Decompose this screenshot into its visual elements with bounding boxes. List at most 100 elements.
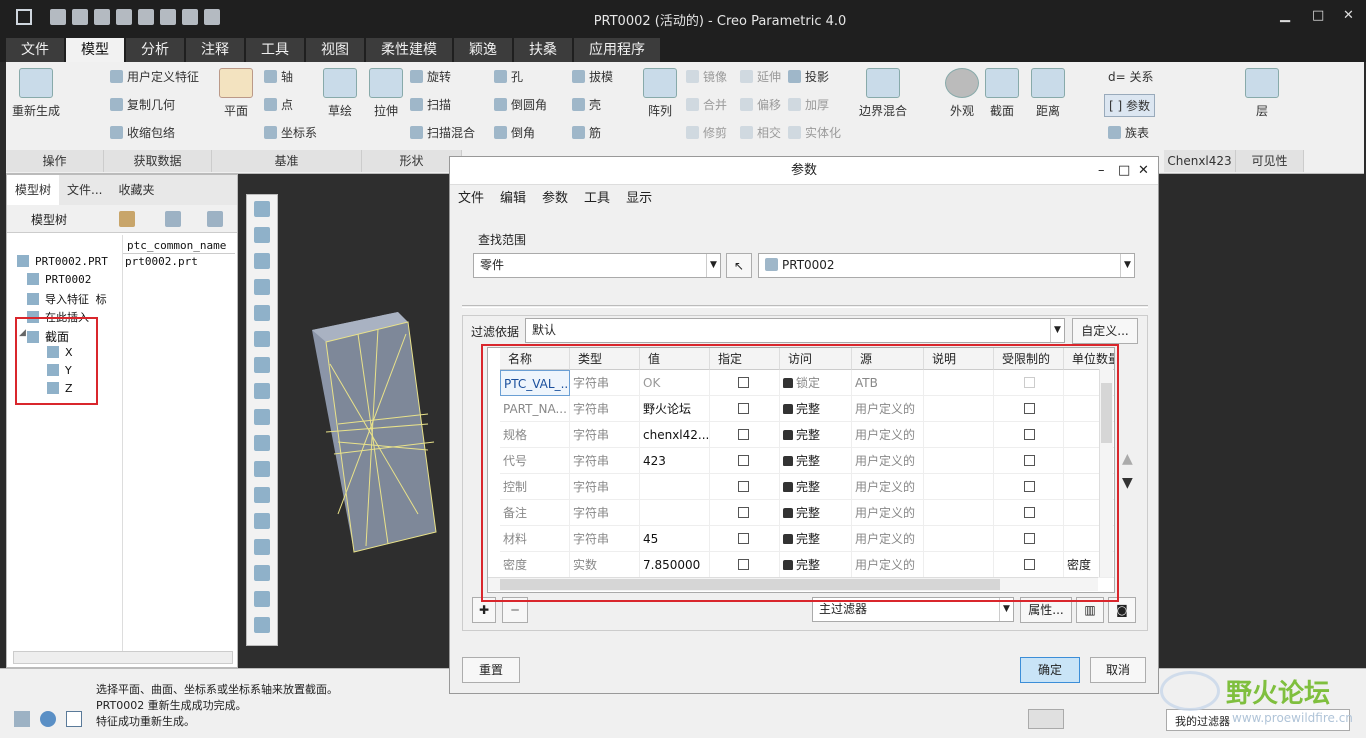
- family-table-button[interactable]: 族表: [1108, 124, 1149, 141]
- tab-model-tree[interactable]: 模型树: [7, 175, 60, 205]
- rib-button[interactable]: 筋: [572, 124, 601, 141]
- quick-access-toolbar[interactable]: [50, 9, 220, 25]
- dialog-menu-item[interactable]: 参数: [542, 185, 568, 213]
- tab-files[interactable]: 文件...: [59, 175, 110, 205]
- dialog-menu-item[interactable]: 显示: [626, 185, 652, 213]
- move-down-icon[interactable]: ▼: [1122, 475, 1133, 491]
- group-chenxl[interactable]: Chenxl423: [1164, 150, 1236, 172]
- zoom-in-icon[interactable]: [254, 227, 270, 243]
- extrude-button[interactable]: 拉伸: [366, 68, 406, 119]
- section-button[interactable]: 截面: [982, 68, 1022, 119]
- move-up-icon[interactable]: ▲: [1122, 451, 1133, 467]
- plane-button[interactable]: 平面: [216, 68, 256, 119]
- tag-display-icon[interactable]: [254, 539, 270, 555]
- ribbon-tab[interactable]: 颖逸: [454, 38, 512, 62]
- zoom-out-icon[interactable]: [254, 253, 270, 269]
- solidify-button[interactable]: 实体化: [788, 124, 841, 141]
- windows-icon[interactable]: [182, 9, 198, 25]
- spin-center-icon[interactable]: [254, 591, 270, 607]
- tree-csys[interactable]: PRT0002: [27, 273, 91, 286]
- cancel-button[interactable]: 取消: [1090, 657, 1146, 683]
- group-shapes[interactable]: 形状: [362, 150, 462, 172]
- tree-import-feature[interactable]: 导入特征 标: [27, 291, 107, 307]
- point-button[interactable]: 点: [264, 96, 293, 113]
- find-icon[interactable]: [1028, 709, 1064, 729]
- tree-filter-icon[interactable]: [165, 211, 181, 227]
- csys-display-icon[interactable]: [254, 487, 270, 503]
- thicken-button[interactable]: 加厚: [788, 96, 829, 113]
- round-button[interactable]: 倒圆角: [494, 96, 547, 113]
- display-style-icon[interactable]: [254, 305, 270, 321]
- offset-button[interactable]: 偏移: [740, 96, 781, 113]
- axis-display-icon[interactable]: [254, 435, 270, 451]
- ribbon-tab[interactable]: 注释: [186, 38, 244, 62]
- group-get-data[interactable]: 获取数据: [104, 150, 212, 172]
- parameters-button[interactable]: [ ] 参数: [1104, 94, 1156, 117]
- intersect-button[interactable]: 相交: [740, 124, 781, 141]
- ribbon-tab[interactable]: 分析: [126, 38, 184, 62]
- shell-button[interactable]: 壳: [572, 96, 601, 113]
- group-datum[interactable]: 基准: [212, 150, 362, 172]
- dialog-close-button[interactable]: ✕: [1138, 157, 1149, 185]
- ribbon-tab[interactable]: 应用程序: [574, 38, 660, 62]
- sweep-button[interactable]: 扫描: [410, 96, 451, 113]
- dialog-menu-item[interactable]: 编辑: [500, 185, 526, 213]
- customize-button[interactable]: 自定义...: [1072, 318, 1138, 344]
- maximize-button[interactable]: □: [1312, 8, 1324, 23]
- orient-icon[interactable]: [254, 617, 270, 633]
- group-visibility[interactable]: 可见性: [1236, 150, 1304, 172]
- saved-views-icon[interactable]: [254, 331, 270, 347]
- tree-hscroll[interactable]: [13, 651, 233, 664]
- extend-button[interactable]: 延伸: [740, 68, 781, 85]
- select-pointer-button[interactable]: ↖: [726, 253, 752, 278]
- scope-type-select[interactable]: 零件 ▼: [473, 253, 721, 278]
- boundary-blend-button[interactable]: 边界混合: [856, 68, 910, 119]
- distance-button[interactable]: 距离: [1028, 68, 1068, 119]
- chamfer-button[interactable]: 倒角: [494, 124, 535, 141]
- sweep-blend-button[interactable]: 扫描混合: [410, 124, 475, 141]
- point-display-icon[interactable]: [254, 461, 270, 477]
- ribbon-tab[interactable]: 工具: [246, 38, 304, 62]
- repaint-icon[interactable]: [254, 279, 270, 295]
- ribbon-tab[interactable]: 视图: [306, 38, 364, 62]
- filter-select[interactable]: 默认 ▼: [525, 318, 1065, 343]
- axis-button[interactable]: 轴: [264, 68, 293, 85]
- regenerate-button[interactable]: 重新生成: [10, 68, 62, 119]
- ribbon-tab[interactable]: 模型: [66, 38, 124, 62]
- copy-geom-button[interactable]: 复制几何: [110, 96, 175, 113]
- dialog-maximize-button[interactable]: □: [1118, 157, 1130, 185]
- minimize-button[interactable]: ▁: [1280, 8, 1290, 23]
- merge-button[interactable]: 合并: [686, 96, 727, 113]
- ribbon-tab[interactable]: 扶桑: [514, 38, 572, 62]
- ribbon-tab[interactable]: 文件: [6, 38, 64, 62]
- mirror-button[interactable]: 镜像: [686, 68, 727, 85]
- csys-button[interactable]: 坐标系: [264, 124, 317, 141]
- regenerate-icon[interactable]: [160, 9, 176, 25]
- tree-settings-icon[interactable]: [119, 211, 135, 227]
- new-icon[interactable]: [50, 9, 66, 25]
- draft-button[interactable]: 拔模: [572, 68, 613, 85]
- ok-button[interactable]: 确定: [1020, 657, 1080, 683]
- plane-display-icon[interactable]: [254, 513, 270, 529]
- udf-button[interactable]: 用户定义特征: [110, 68, 199, 85]
- appearance-button[interactable]: 外观: [942, 68, 982, 119]
- tree-root[interactable]: PRT0002.PRT: [17, 255, 108, 268]
- dialog-minimize-button[interactable]: –: [1098, 157, 1105, 185]
- tree-columns-icon[interactable]: [207, 211, 223, 227]
- perspective-icon[interactable]: [254, 383, 270, 399]
- dialog-menu-item[interactable]: 工具: [584, 185, 610, 213]
- scope-object-select[interactable]: PRT0002 ▼: [758, 253, 1135, 278]
- group-operations[interactable]: 操作: [6, 150, 104, 172]
- close-window-icon[interactable]: [204, 9, 220, 25]
- globe-icon[interactable]: [40, 711, 56, 727]
- open-icon[interactable]: [72, 9, 88, 25]
- revolve-button[interactable]: 旋转: [410, 68, 451, 85]
- sketch-button[interactable]: 草绘: [320, 68, 360, 119]
- layout-icon[interactable]: [14, 711, 30, 727]
- trim-button[interactable]: 修剪: [686, 124, 727, 141]
- project-button[interactable]: 投影: [788, 68, 829, 85]
- close-button[interactable]: ✕: [1343, 8, 1354, 23]
- redo-icon[interactable]: [138, 9, 154, 25]
- pattern-button[interactable]: 阵列: [640, 68, 680, 119]
- window-icon[interactable]: [66, 711, 82, 727]
